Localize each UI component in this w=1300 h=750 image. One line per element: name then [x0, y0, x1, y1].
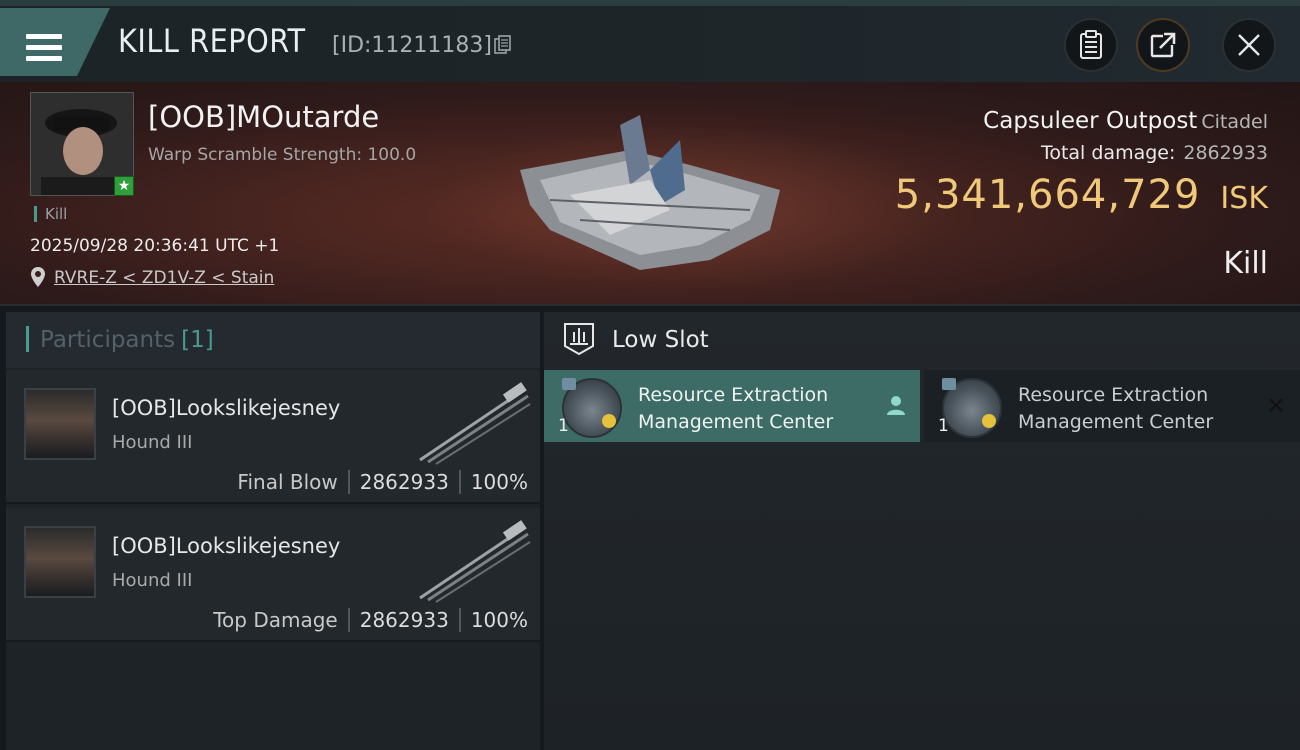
clipboard-icon — [1080, 30, 1102, 59]
module-name-line1: Resource Extraction — [638, 384, 829, 406]
fitting-panel: Low Slot 1 Resource Extraction Managemen… — [544, 312, 1300, 750]
participants-header[interactable]: Participants [1] — [6, 312, 540, 368]
stat-divider — [458, 470, 461, 494]
stat-divider — [347, 470, 350, 494]
close-icon — [1238, 34, 1260, 56]
isk-unit: ISK — [1220, 181, 1268, 216]
ship-class: Citadel — [1201, 111, 1268, 133]
participants-accent-bar — [26, 326, 29, 352]
module-name: Resource Extraction Management Center — [638, 382, 833, 436]
clipboard-button[interactable] — [1064, 18, 1118, 72]
participant-ship: Hound III — [112, 570, 193, 591]
stat-divider — [458, 608, 461, 632]
participant-avatar[interactable] — [24, 526, 96, 598]
participant-avatar[interactable] — [24, 388, 96, 460]
participant-damage: 2862933 — [359, 470, 449, 494]
kill-tag: Kill — [34, 206, 67, 222]
kill-result: Kill — [1223, 246, 1268, 281]
module-name-line1: Resource Extraction — [1018, 384, 1209, 406]
low-slot-title: Low Slot — [612, 327, 709, 353]
menu-button[interactable] — [0, 8, 110, 76]
destroyed-x-icon: ✕ — [1265, 392, 1286, 420]
weapon-icon — [419, 382, 531, 465]
ship-type-name: Capsuleer Outpost — [983, 108, 1198, 134]
low-slot-header: Low Slot — [544, 312, 1300, 368]
participant-name: [OOB]Lookslikejesney — [112, 396, 341, 420]
victim-detail: Warp Scramble Strength: 100.0 — [148, 145, 417, 165]
close-button[interactable] — [1222, 18, 1276, 72]
isk-value: 5,341,664,729 ISK — [895, 172, 1268, 218]
participant-percent: 100% — [470, 608, 528, 632]
location-link[interactable]: RVRE-Z < ZD1V-Z < Stain — [54, 268, 274, 288]
participant-damage: 2862933 — [359, 608, 449, 632]
participant-ship: Hound III — [112, 432, 193, 453]
share-icon — [1150, 32, 1176, 58]
citadel-ship-image — [520, 115, 780, 270]
module-name-line2: Management Center — [638, 411, 834, 433]
report-id: [ID:11211183] — [332, 33, 492, 58]
module-item[interactable]: 1 Resource Extraction Management Center — [544, 370, 920, 442]
participant-stats: Final Blow 2862933 100% — [237, 470, 528, 494]
location-pin-icon — [31, 267, 45, 287]
participant-row[interactable]: [OOB]Lookslikejesney Hound III Final Blo… — [6, 370, 540, 504]
total-damage: Total damage: 2862933 — [1041, 142, 1268, 164]
participants-panel: Participants [1] [OOB]Lookslikejesney Hou… — [6, 312, 540, 750]
standing-star-icon: ★ — [114, 176, 134, 196]
participants-title: Participants [1] — [40, 327, 214, 353]
module-name-line2: Management Center — [1018, 411, 1214, 433]
participant-percent: 100% — [470, 470, 528, 494]
victim-ship-type: Capsuleer Outpost Citadel — [983, 108, 1268, 134]
copy-icon[interactable] — [494, 35, 512, 55]
weapon-icon — [419, 520, 531, 603]
victim-name[interactable]: [OOB]MOutarde — [148, 100, 379, 134]
participant-role: Final Blow — [237, 470, 338, 494]
participant-role: Top Damage — [213, 608, 338, 632]
participants-title-text: Participants — [40, 327, 176, 353]
participant-stats: Top Damage 2862933 100% — [213, 608, 528, 632]
kill-timestamp: 2025/09/28 20:36:41 UTC +1 — [30, 236, 280, 256]
stat-divider — [347, 608, 350, 632]
module-item[interactable]: 1 Resource Extraction Management Center … — [924, 370, 1300, 442]
low-slot-icon — [564, 323, 594, 356]
kill-report-header: KILL REPORT [ID:11211183] — [0, 0, 1300, 82]
module-quantity: 1 — [558, 416, 569, 436]
total-damage-value: 2862933 — [1183, 142, 1268, 164]
isk-amount: 5,341,664,729 — [894, 172, 1201, 218]
module-quantity: 1 — [938, 416, 949, 436]
menu-icon — [26, 34, 62, 62]
participant-name: [OOB]Lookslikejesney — [112, 534, 341, 558]
module-tier-badge-icon — [562, 378, 576, 390]
module-name: Resource Extraction Management Center — [1018, 382, 1213, 436]
participants-count: [1] — [181, 327, 214, 353]
person-icon — [887, 396, 905, 415]
page-title: KILL REPORT — [118, 22, 306, 60]
module-tier-badge-icon — [942, 378, 956, 390]
participant-row[interactable]: [OOB]Lookslikejesney Hound III Top Damag… — [6, 508, 540, 642]
total-damage-label: Total damage: — [1040, 142, 1176, 164]
share-button[interactable] — [1136, 18, 1190, 72]
